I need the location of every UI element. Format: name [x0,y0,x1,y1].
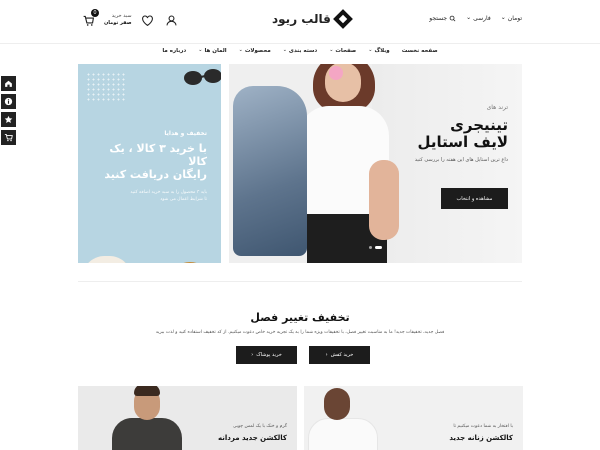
hero-text: ترند های تینیجری لایف استایل داغ ترین اس… [368,104,508,163]
nav-item-products[interactable]: محصولات [239,48,271,54]
main-nav: صفحه نخست وبلاگ صفحات دسته بندی محصولات … [0,48,600,54]
logo-mark-icon [332,9,353,29]
model-face [324,388,350,420]
info-toolbar-button[interactable] [1,94,16,109]
cart-icon [4,133,13,142]
model-coat [112,418,182,450]
account-button[interactable] [164,12,180,28]
shop-shoes-label: خرید کفش [330,352,354,358]
hero-slider: ترند های تینیجری لایف استایل داغ ترین اس… [229,64,522,263]
home-icon [5,80,12,87]
promo-desc-line: باید ۳ محصول را به سبد خرید اضافه کنید [130,190,207,195]
model-hair [134,386,160,396]
promo-subtitle: تخفیف و هدایا [164,130,207,137]
women-card-text: با افتخار به شما دعوت میکنیم تا کالکشن ز… [449,424,513,442]
model-arm [369,160,399,240]
promo-text: تخفیف و هدایا با خرید ۳ کالا ، یک کالا ر… [87,130,207,203]
promo-description: باید ۳ محصول را به سبد خرید اضافه کنید ت… [87,189,207,203]
home-toolbar-button[interactable] [1,76,16,91]
cart-button[interactable]: 0 [80,9,99,28]
section-divider [78,281,522,282]
chevron-left-icon: ‹ [251,352,254,358]
search-button[interactable]: جستجو [429,15,456,22]
men-collection-card[interactable]: گرم و خنک با یک لمس چوبی کالکشن جدید مرد… [78,386,297,450]
mitten-image [82,256,132,263]
hero-kicker: ترند های [486,104,508,111]
star-icon [4,115,13,123]
season-sale-section: تخفیف تغییر فصل فصل جدید، تخفیفات جدید! … [0,311,600,335]
language-selector[interactable]: فارسی [466,15,491,22]
men-card-title: کالکشن جدید مردانه [217,434,287,442]
model-sweater [308,418,378,450]
nav-item-elements[interactable]: المان ها [198,48,226,54]
sunglasses-image [184,69,221,85]
cart-label: سبد خرید [111,13,132,19]
slider-dots [369,246,382,249]
nav-item-home[interactable]: صفحه نخست [402,48,438,54]
nav-item-blog[interactable]: وبلاگ [368,48,389,54]
site-logo[interactable]: قالب ریود [272,9,353,29]
favorite-toolbar-button[interactable] [1,112,16,127]
men-card-subtitle: گرم و خنک با یک لمس چوبی [232,424,287,429]
hero-cta-button[interactable]: مشاهده و انتخاب [441,188,508,209]
wishlist-button[interactable] [140,12,156,28]
search-icon [449,15,456,22]
promo-title-line: با خرید ۳ کالا ، یک کالا [109,142,207,168]
women-card-subtitle: با افتخار به شما دعوت میکنیم تا [453,424,513,429]
shop-clothes-label: خرید پوشاک [256,352,282,358]
slider-dot-active[interactable] [375,246,382,249]
promo-desc-line: تا شرایط اعمال می شود [160,197,207,202]
denim-jacket-image [233,86,307,256]
promo-banner[interactable]: تخفیف و هدایا با خرید ۳ کالا ، یک کالا ر… [78,64,221,263]
women-collection-card[interactable]: با افتخار به شما دعوت میکنیم تا کالکشن ز… [304,386,523,450]
heart-icon [142,15,153,26]
currency-selector[interactable]: تومان [501,15,522,22]
hero-description: داغ ترین استایل های این هفته را بررسی کن… [414,157,508,163]
women-card-title: کالکشن زنانه جدید [449,434,513,442]
hero-title: تینیجری لایف استایل [368,117,508,151]
info-icon [4,97,13,106]
shop-shoes-button[interactable]: خرید کفش ‹ [309,346,370,364]
cart-amount: صفر تومان [104,20,132,26]
logo-text: قالب ریود [272,12,331,26]
chevron-left-icon: ‹ [325,352,328,358]
season-buttons: خرید پوشاک ‹ خرید کفش ‹ [236,346,370,364]
shop-clothes-button[interactable]: خرید پوشاک ‹ [236,346,297,364]
side-toolbar [1,76,16,145]
user-icon [166,15,177,25]
hero-title-line: لایف استایل [417,133,508,151]
cart-summary[interactable]: سبد خرید صفر تومان [104,13,132,27]
header-actions: 0 سبد خرید صفر تومان [80,9,180,28]
site-header: 0 سبد خرید صفر تومان قالب ریود تومان فار… [0,0,600,44]
promo-title-line: رایگان دریافت کنید [104,168,207,181]
pompom-image [168,262,212,263]
search-label: جستجو [429,15,448,22]
nav-item-categories[interactable]: دسته بندی [283,48,317,54]
nav-item-about[interactable]: درباره ما [162,48,186,54]
hero-title-line: تینیجری [450,116,508,134]
cart-count-badge: 0 [91,9,99,17]
header-settings: تومان فارسی جستجو [429,15,522,22]
season-description: فصل جدید، تخفیفات جدید! ما به مناسبت تغی… [155,330,445,335]
slider-dot[interactable] [369,246,372,249]
nav-item-pages[interactable]: صفحات [329,48,356,54]
dots-decoration [86,72,126,102]
promo-title: با خرید ۳ کالا ، یک کالا رایگان دریافت ک… [87,142,207,181]
men-card-text: گرم و خنک با یک لمس چوبی کالکشن جدید مرد… [218,424,287,442]
season-title: تخفیف تغییر فصل [250,311,350,324]
cart-toolbar-button[interactable] [1,130,16,145]
bubblegum-image [329,66,343,80]
